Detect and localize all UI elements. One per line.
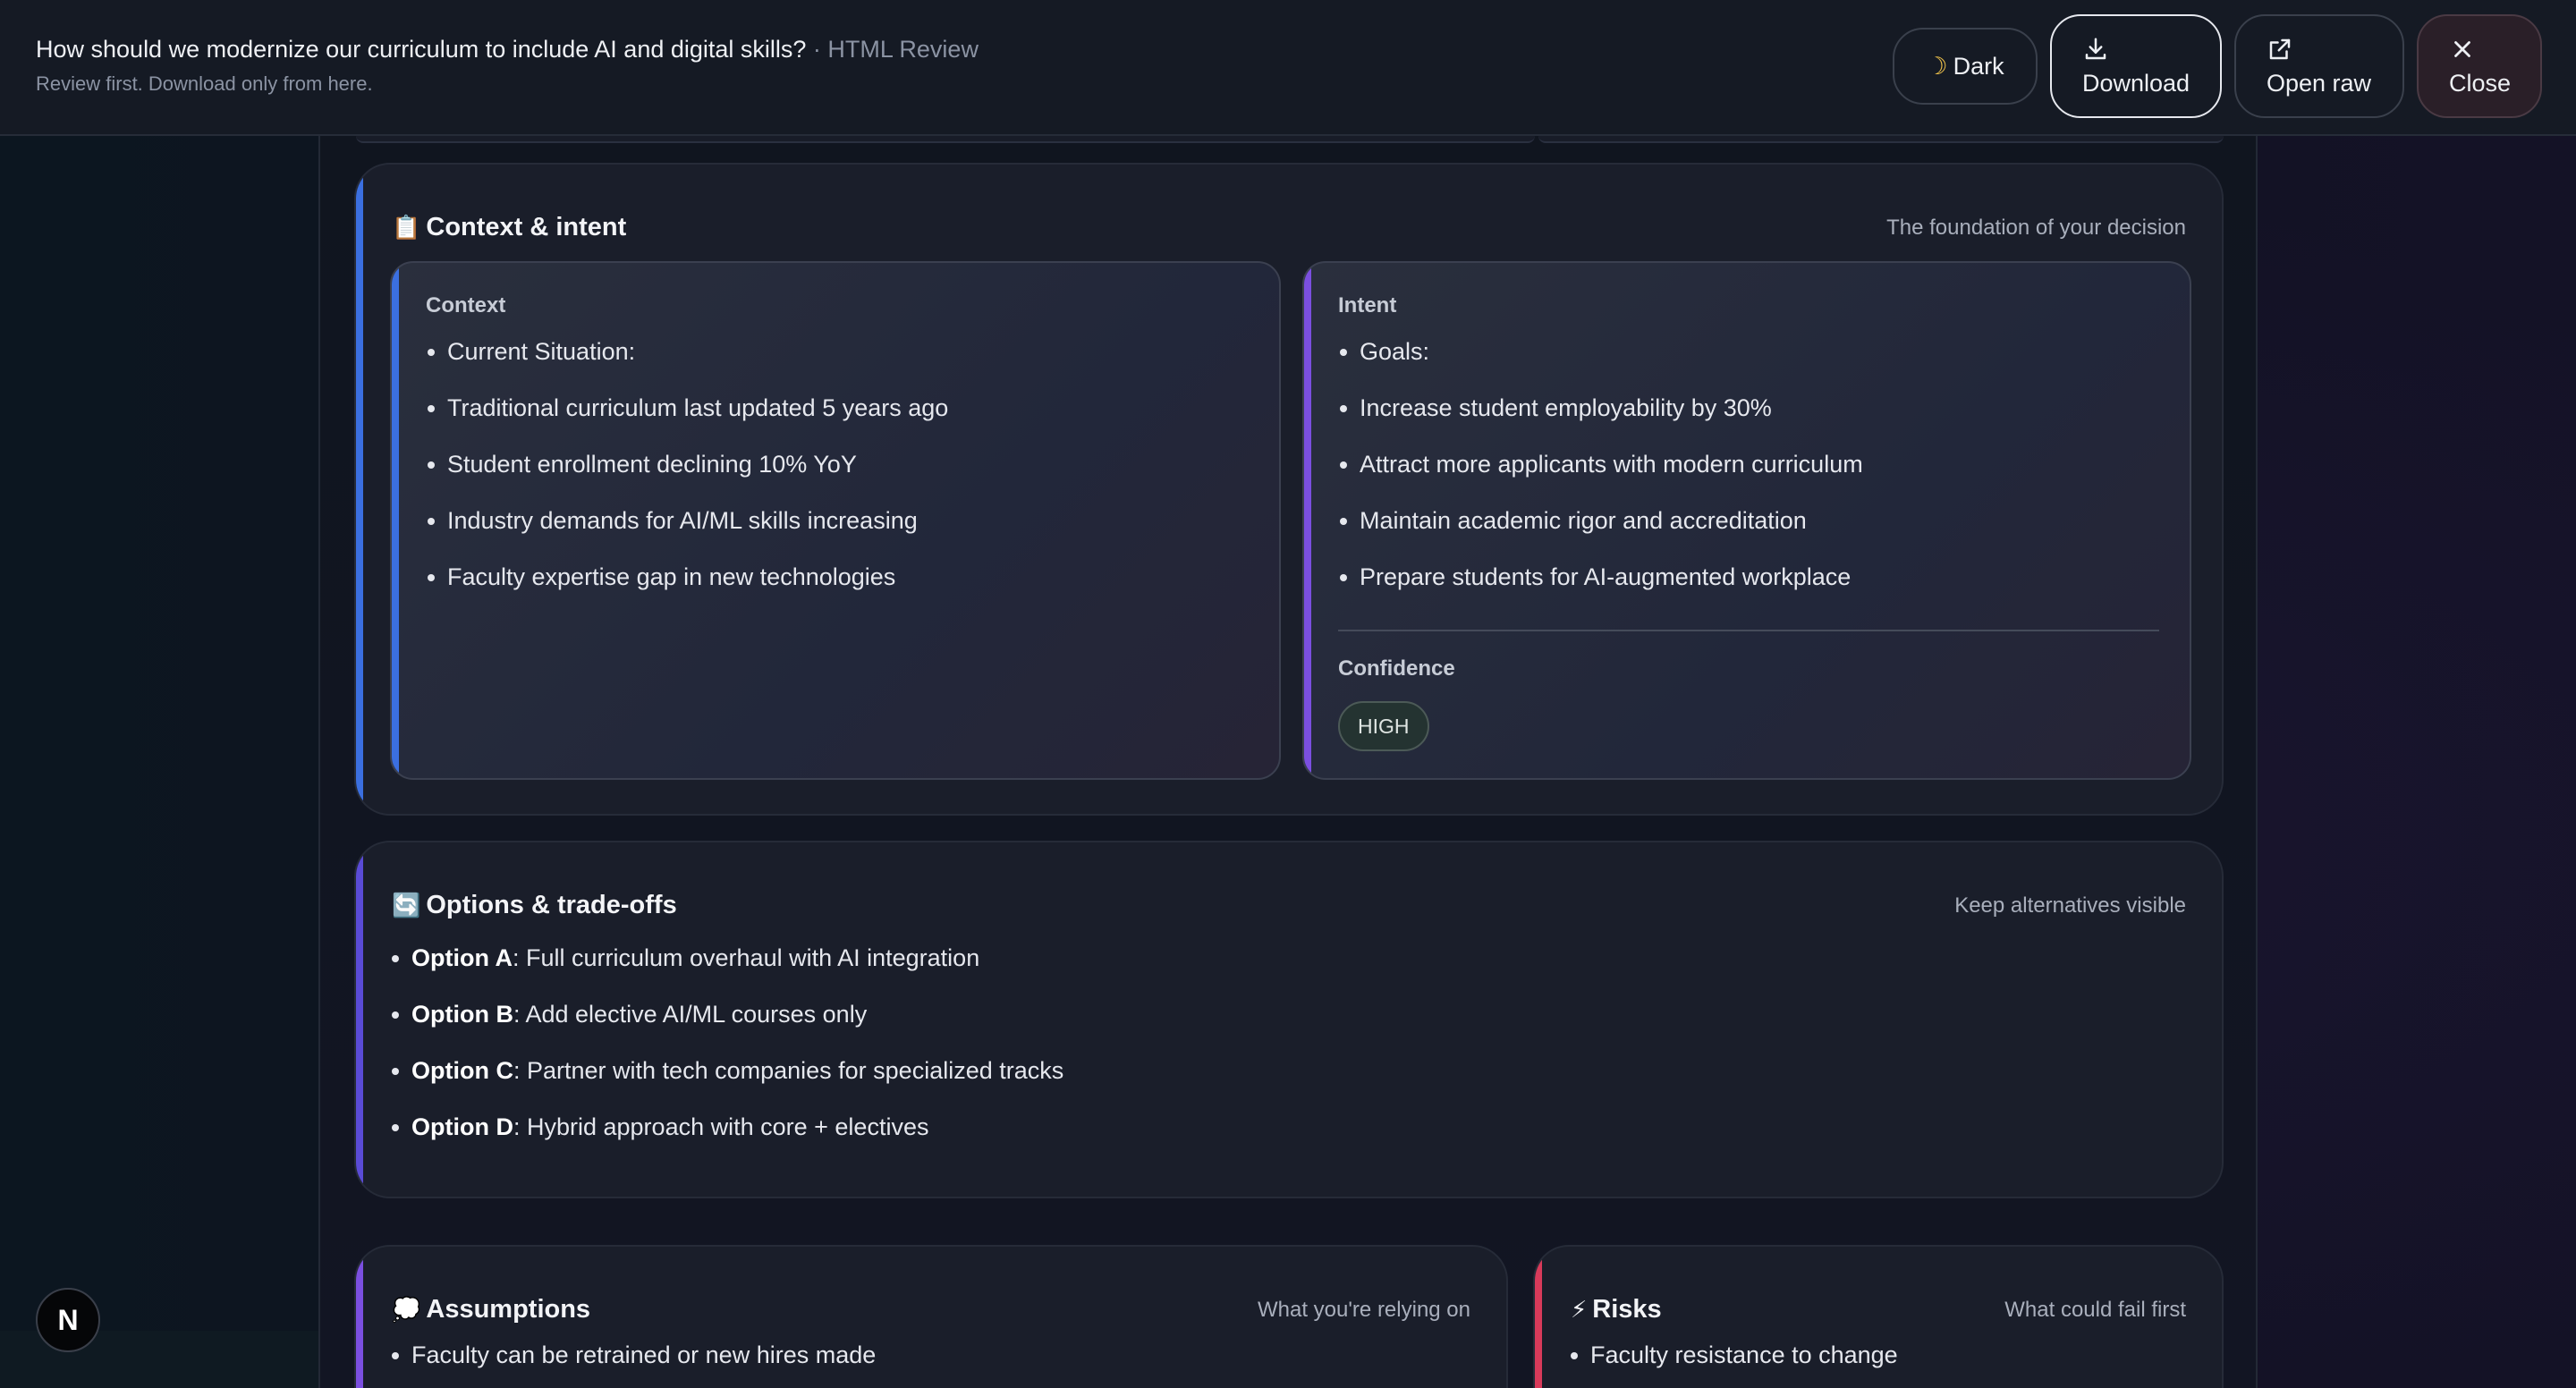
options-header: 🔄 Options & trade-offs Keep alternatives… xyxy=(392,891,2186,920)
page-title-text: How should we modernize our curriculum t… xyxy=(36,36,807,63)
context-list: Current Situation: Traditional curriculu… xyxy=(424,324,948,605)
context-label: Context xyxy=(426,293,506,317)
page-title: How should we modernize our curriculum t… xyxy=(36,36,979,63)
list-item: Goals: xyxy=(1336,324,1863,380)
option-key: Option C xyxy=(411,1057,513,1084)
list-item: Prepare students for AI-augmented workpl… xyxy=(1336,549,1863,605)
list-item: Option A: Full curriculum overhaul with … xyxy=(388,930,1063,986)
options-title-text: Options & trade-offs xyxy=(426,891,677,919)
page-subtitle: Review first. Download only from here. xyxy=(36,72,373,95)
list-item: Traditional curriculum last updated 5 ye… xyxy=(424,380,948,436)
download-button[interactable]: Download xyxy=(2050,14,2222,118)
options-list: Option A: Full curriculum overhaul with … xyxy=(388,930,1063,1155)
close-icon xyxy=(2454,40,2470,57)
list-item: Current Situation: xyxy=(424,324,948,380)
list-item: Industry demands for AI/ML skills increa… xyxy=(424,493,948,549)
download-icon xyxy=(2085,38,2106,59)
list-item: Increase student employability by 30% xyxy=(1336,380,1863,436)
context-intent-title: 📋 Context & intent xyxy=(392,213,626,242)
intent-list: Goals: Increase student employability by… xyxy=(1336,324,1863,605)
lightning-icon: ⚡ xyxy=(1571,1296,1588,1323)
download-label: Download xyxy=(2082,69,2190,97)
confidence-badge: HIGH xyxy=(1338,701,1429,751)
risks-title-text: Risks xyxy=(1592,1295,1662,1324)
theme-toggle-label: Dark xyxy=(1953,52,2004,80)
page-title-suffix: · HTML Review xyxy=(806,36,979,63)
clipboard-icon: 📋 xyxy=(392,214,421,241)
content-column[interactable]: 📋 Context & intent The foundation of you… xyxy=(318,136,2258,1388)
context-intent-header: 📋 Context & intent The foundation of you… xyxy=(392,213,2186,242)
list-item: Option D: Hybrid approach with core + el… xyxy=(388,1099,1063,1155)
context-intent-title-text: Context & intent xyxy=(426,213,627,241)
context-panel: Context Current Situation: Traditional c… xyxy=(390,261,1281,780)
external-link-icon xyxy=(2269,38,2291,59)
options-card: 🔄 Options & trade-offs Keep alternatives… xyxy=(354,841,2224,1198)
confidence-label: Confidence xyxy=(1338,656,1455,681)
options-title: 🔄 Options & trade-offs xyxy=(392,891,677,920)
risks-list: Faculty resistance to change xyxy=(1567,1327,1898,1384)
previous-card-edge xyxy=(356,136,1535,143)
risks-header: ⚡ Risks What could fail first xyxy=(1571,1295,2186,1325)
list-item: Faculty expertise gap in new technologie… xyxy=(424,549,948,605)
option-text: : Hybrid approach with core + electives xyxy=(513,1113,929,1140)
framework-badge-button[interactable]: N xyxy=(36,1288,100,1352)
list-item: Option C: Partner with tech companies fo… xyxy=(388,1043,1063,1099)
top-bar: How should we modernize our curriculum t… xyxy=(0,0,2576,136)
previous-card-edge-right xyxy=(1538,136,2224,143)
risks-title: ⚡ Risks xyxy=(1571,1295,1662,1325)
open-raw-label: Open raw xyxy=(2267,69,2372,97)
list-item: Attract more applicants with modern curr… xyxy=(1336,436,1863,493)
theme-toggle-button[interactable]: ☽ Dark xyxy=(1893,28,2038,105)
assumptions-title: 💭 Assumptions xyxy=(392,1295,590,1325)
assumptions-header: 💭 Assumptions What you're relying on xyxy=(392,1295,1470,1325)
intent-panel: Intent Goals: Increase student employabi… xyxy=(1302,261,2191,780)
list-item: Maintain academic rigor and accreditatio… xyxy=(1336,493,1863,549)
list-item: Student enrollment declining 10% YoY xyxy=(424,436,948,493)
risks-card: ⚡ Risks What could fail first Faculty re… xyxy=(1533,1245,2224,1388)
cycle-icon: 🔄 xyxy=(392,892,421,918)
context-intent-card: 📋 Context & intent The foundation of you… xyxy=(354,163,2224,816)
options-hint: Keep alternatives visible xyxy=(1954,893,2186,918)
moon-icon: ☽ xyxy=(1926,52,1948,80)
list-item: Faculty resistance to change xyxy=(1567,1327,1898,1384)
assumptions-list: Faculty can be retrained or new hires ma… xyxy=(388,1327,876,1384)
context-intent-hint: The foundation of your decision xyxy=(1886,215,2186,240)
close-button[interactable]: Close xyxy=(2417,14,2542,118)
option-text: : Partner with tech companies for specia… xyxy=(513,1057,1064,1084)
list-item: Faculty can be retrained or new hires ma… xyxy=(388,1327,876,1384)
assumptions-hint: What you're relying on xyxy=(1257,1297,1470,1322)
option-text: : Full curriculum overhaul with AI integ… xyxy=(512,944,980,971)
thought-bubble-icon: 💭 xyxy=(392,1296,421,1323)
option-key: Option A xyxy=(411,944,513,971)
option-text: : Add elective AI/ML courses only xyxy=(513,1001,868,1028)
option-key: Option D xyxy=(411,1113,513,1140)
option-key: Option B xyxy=(411,1001,513,1028)
open-raw-button[interactable]: Open raw xyxy=(2234,14,2404,118)
list-item: Option B: Add elective AI/ML courses onl… xyxy=(388,986,1063,1043)
assumptions-card: 💭 Assumptions What you're relying on Fac… xyxy=(354,1245,1508,1388)
assumptions-title-text: Assumptions xyxy=(426,1295,591,1324)
intent-label: Intent xyxy=(1338,293,1397,317)
risks-hint: What could fail first xyxy=(2004,1297,2186,1322)
close-label: Close xyxy=(2449,69,2512,97)
divider xyxy=(1338,630,2159,631)
